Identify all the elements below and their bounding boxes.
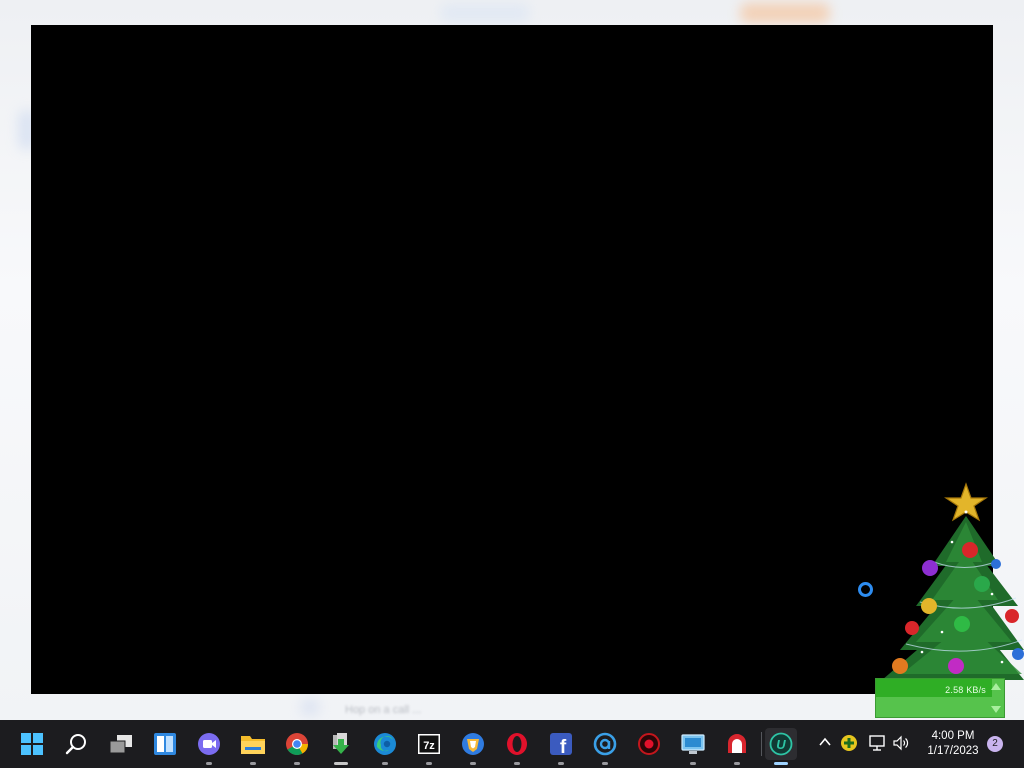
running-indicator xyxy=(470,762,476,765)
edge-icon xyxy=(374,733,396,755)
brave-browser-button[interactable] xyxy=(457,728,489,765)
tray-app-button[interactable] xyxy=(840,734,858,752)
chrome-icon xyxy=(286,733,308,755)
task-view-icon xyxy=(109,735,132,754)
folder-icon xyxy=(241,736,265,754)
notification-count-badge[interactable]: 2 xyxy=(987,736,1003,752)
task-view-button[interactable] xyxy=(105,728,137,760)
facebook-icon: f xyxy=(550,733,572,756)
7zip-button[interactable]: 7z xyxy=(413,728,445,765)
screen-recorder-button[interactable] xyxy=(633,728,665,760)
network-speed-gadget[interactable]: 2.58 KB/s xyxy=(875,678,1005,718)
pdf-tool-button[interactable] xyxy=(721,728,753,765)
svg-text:U: U xyxy=(776,737,786,752)
search-icon xyxy=(65,734,86,755)
remote-desktop-button[interactable] xyxy=(677,728,709,765)
running-indicator xyxy=(514,762,520,765)
search-button[interactable] xyxy=(60,728,92,760)
windows-start-icon xyxy=(21,733,43,755)
pdf-icon xyxy=(728,734,746,753)
opera-icon xyxy=(507,733,527,755)
network-ethernet-icon xyxy=(869,735,885,751)
vpn-app-button[interactable]: U xyxy=(765,728,797,765)
blurred-icon xyxy=(300,698,320,716)
running-indicator xyxy=(250,762,256,765)
widgets-icon xyxy=(154,733,176,755)
chrome-button[interactable] xyxy=(281,728,313,765)
clock[interactable]: 4:00 PM 1/17/2023 xyxy=(922,729,984,759)
download-manager-button[interactable] xyxy=(325,728,357,765)
remote-desktop-icon xyxy=(681,734,705,754)
teams-chat-icon xyxy=(198,733,220,755)
svg-text:7z: 7z xyxy=(423,740,435,752)
facebook-button[interactable]: f xyxy=(545,728,577,765)
taskbar-separator xyxy=(761,732,762,756)
start-button[interactable] xyxy=(16,728,48,760)
clock-time: 4:00 PM xyxy=(931,730,975,742)
running-indicator xyxy=(774,762,788,765)
running-indicator xyxy=(334,762,348,765)
running-indicator xyxy=(690,762,696,765)
volume-button[interactable] xyxy=(892,734,910,752)
running-indicator xyxy=(734,762,740,765)
blurred-tab xyxy=(440,4,530,22)
download-manager-icon xyxy=(333,733,349,754)
7zip-icon: 7z xyxy=(418,734,440,754)
mail-client-button[interactable] xyxy=(589,728,621,765)
clock-date: 1/17/2023 xyxy=(927,745,979,757)
christmas-tree-gadget[interactable] xyxy=(872,482,1024,692)
recorder-icon xyxy=(638,733,660,755)
file-explorer-button[interactable] xyxy=(237,728,269,765)
running-indicator xyxy=(206,762,212,765)
speaker-volume-icon xyxy=(893,735,909,751)
mail-at-icon xyxy=(593,732,617,756)
show-hidden-icons-chevron-up-icon[interactable] xyxy=(818,735,832,749)
brave-icon xyxy=(462,733,484,755)
black-media-viewer[interactable] xyxy=(31,25,993,694)
running-indicator xyxy=(382,762,388,765)
running-indicator xyxy=(426,762,432,765)
star-icon xyxy=(944,482,988,522)
teams-chat-button[interactable] xyxy=(193,728,225,765)
blurred-caption: Hop on a call ... xyxy=(345,704,422,716)
up-down-arrows-icon xyxy=(991,683,1001,713)
tray-plus-badge-icon xyxy=(841,735,857,751)
widgets-button[interactable] xyxy=(149,728,181,760)
running-indicator xyxy=(602,762,608,765)
loading-ring-icon xyxy=(858,582,873,597)
opera-button[interactable] xyxy=(501,728,533,765)
network-status-button[interactable] xyxy=(868,734,886,752)
blurred-orange-button xyxy=(740,3,830,23)
vpn-u-icon: U xyxy=(769,732,793,756)
running-indicator xyxy=(294,762,300,765)
running-indicator xyxy=(558,762,564,765)
svg-text:f: f xyxy=(560,737,567,756)
network-speed-value: 2.58 KB/s xyxy=(945,685,986,695)
edge-button[interactable] xyxy=(369,728,401,765)
